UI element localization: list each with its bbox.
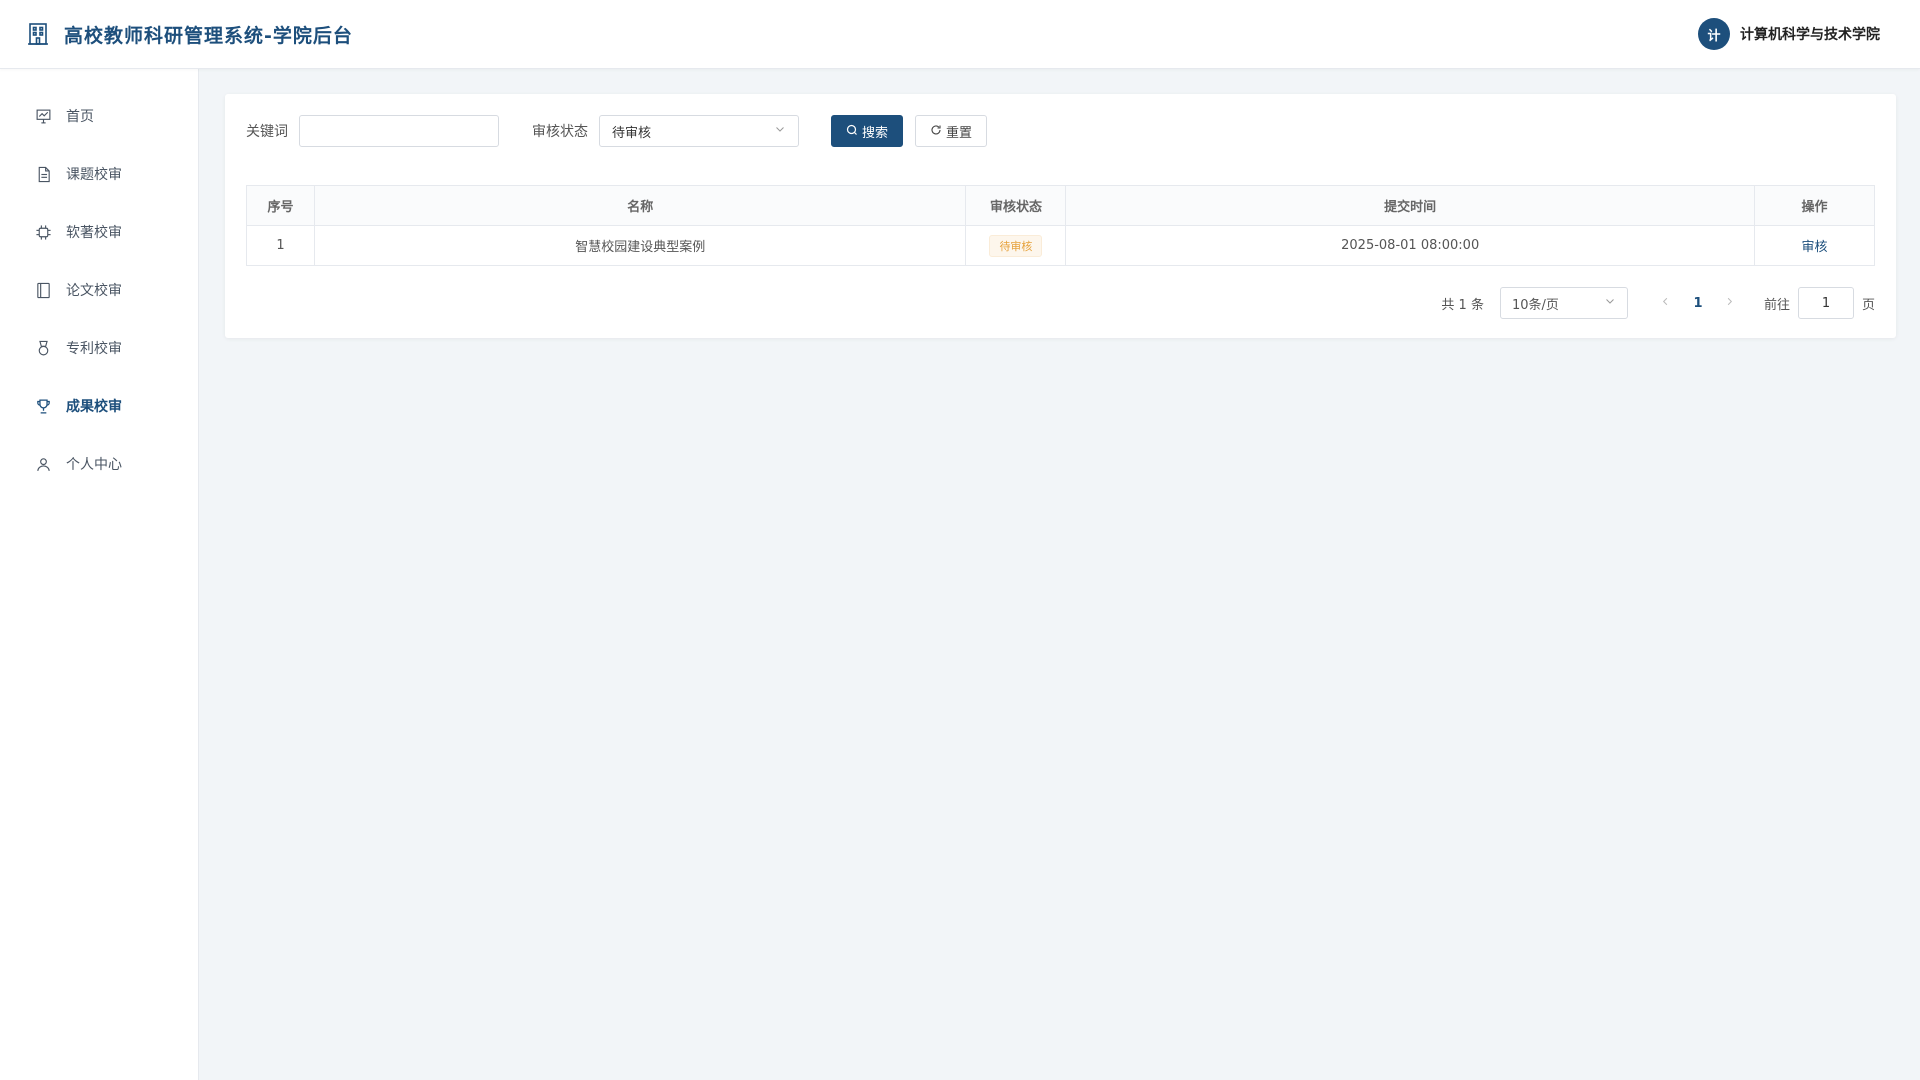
review-link[interactable]: 审核: [1801, 240, 1827, 255]
user-name[interactable]: 计算机科学与技术学院: [1740, 24, 1880, 44]
page-size-select[interactable]: 10条/页: [1499, 287, 1628, 319]
status-badge: 待审核: [989, 234, 1043, 257]
reset-button[interactable]: 重置: [915, 115, 988, 147]
table-header-row: 序号 名称 审核状态 提交时间 操作: [245, 185, 1876, 226]
filter-bar: 关键词 审核状态 待审核 搜索 重置: [246, 115, 988, 147]
page-suffix-label: 页: [1861, 297, 1875, 313]
keyword-label: 关键词: [246, 124, 288, 140]
column-header-status: 审核状态: [965, 185, 1067, 226]
medal-icon: [34, 339, 52, 357]
chevron-down-icon: [1604, 295, 1616, 311]
cell-submitted: 2025-08-01 08:00:00: [1065, 225, 1755, 266]
cell-action: 审核: [1753, 225, 1876, 266]
table-row: 1 智慧校园建设典型案例 待审核 2025-08-01 08:00:00 审核: [245, 225, 1876, 266]
cell-name: 智慧校园建设典型案例: [314, 225, 967, 266]
sidebar-item-label: 首页: [66, 109, 94, 125]
column-header-name: 名称: [314, 185, 967, 226]
status-label: 审核状态: [532, 124, 588, 140]
sidebar-item-achievement-review[interactable]: 成果校审: [0, 377, 198, 435]
main-card: 关键词 审核状态 待审核 搜索 重置 序号 名称 审核状态 提交时间 操作 1 …: [225, 94, 1896, 338]
document-icon: [34, 165, 52, 183]
sidebar-item-label: 成果校审: [66, 399, 122, 415]
pagination-total: 共 1 条: [1441, 297, 1484, 313]
top-header: 高校教师科研管理系统-学院后台 计 计算机科学与技术学院: [0, 0, 1920, 69]
search-button[interactable]: 搜索: [831, 115, 904, 147]
sidebar-item-label: 论文校审: [66, 283, 122, 299]
brand: 高校教师科研管理系统-学院后台: [26, 21, 353, 48]
column-header-submitted: 提交时间: [1065, 185, 1755, 226]
next-page-button[interactable]: [1714, 287, 1746, 319]
sidebar-item-paper-review[interactable]: 论文校审: [0, 261, 198, 319]
sidebar-item-label: 软著校审: [66, 225, 122, 241]
app-title: 高校教师科研管理系统-学院后台: [64, 24, 353, 47]
reset-button-label: 重置: [946, 124, 973, 140]
results-table: 序号 名称 审核状态 提交时间 操作 1 智慧校园建设典型案例 待审核 2025…: [245, 185, 1876, 266]
avatar[interactable]: 计: [1698, 18, 1730, 50]
notebook-icon: [34, 281, 52, 299]
page-number-1[interactable]: 1: [1682, 287, 1714, 319]
refresh-icon: [930, 124, 942, 139]
search-icon: [846, 124, 858, 139]
pagination: 共 1 条 10条/页 1 前往 页: [1441, 287, 1875, 319]
sidebar-item-label: 课题校审: [66, 167, 122, 183]
cell-status: 待审核: [965, 225, 1067, 266]
status-select[interactable]: 待审核: [599, 115, 799, 147]
building-icon: [26, 22, 50, 46]
sidebar: 首页 课题校审 软著校审 论文校审 专利校审 成果校审 个人中心: [0, 69, 199, 1080]
sidebar-item-home[interactable]: 首页: [0, 87, 198, 145]
cell-index: 1: [245, 225, 316, 266]
chevron-right-icon: [1724, 296, 1735, 311]
user-menu[interactable]: 计 计算机科学与技术学院: [1698, 18, 1894, 50]
chevron-down-icon: [774, 123, 786, 139]
dashboard-icon: [34, 107, 52, 125]
sidebar-item-label: 个人中心: [66, 457, 122, 473]
sidebar-item-label: 专利校审: [66, 341, 122, 357]
sidebar-item-profile[interactable]: 个人中心: [0, 435, 198, 493]
column-header-index: 序号: [245, 185, 316, 226]
search-button-label: 搜索: [862, 124, 889, 140]
column-header-action: 操作: [1753, 185, 1876, 226]
user-icon: [34, 455, 52, 473]
sidebar-item-software-review[interactable]: 软著校审: [0, 203, 198, 261]
keyword-input[interactable]: [299, 115, 499, 147]
chevron-left-icon: [1660, 296, 1671, 311]
chip-icon: [34, 223, 52, 241]
goto-page-input[interactable]: [1797, 287, 1854, 319]
page-size-value: 10条/页: [1511, 297, 1559, 313]
status-select-value: 待审核: [612, 125, 652, 141]
prev-page-button[interactable]: [1650, 287, 1682, 319]
trophy-icon: [34, 397, 52, 415]
sidebar-item-topic-review[interactable]: 课题校审: [0, 145, 198, 203]
sidebar-item-patent-review[interactable]: 专利校审: [0, 319, 198, 377]
goto-label: 前往: [1763, 297, 1790, 313]
